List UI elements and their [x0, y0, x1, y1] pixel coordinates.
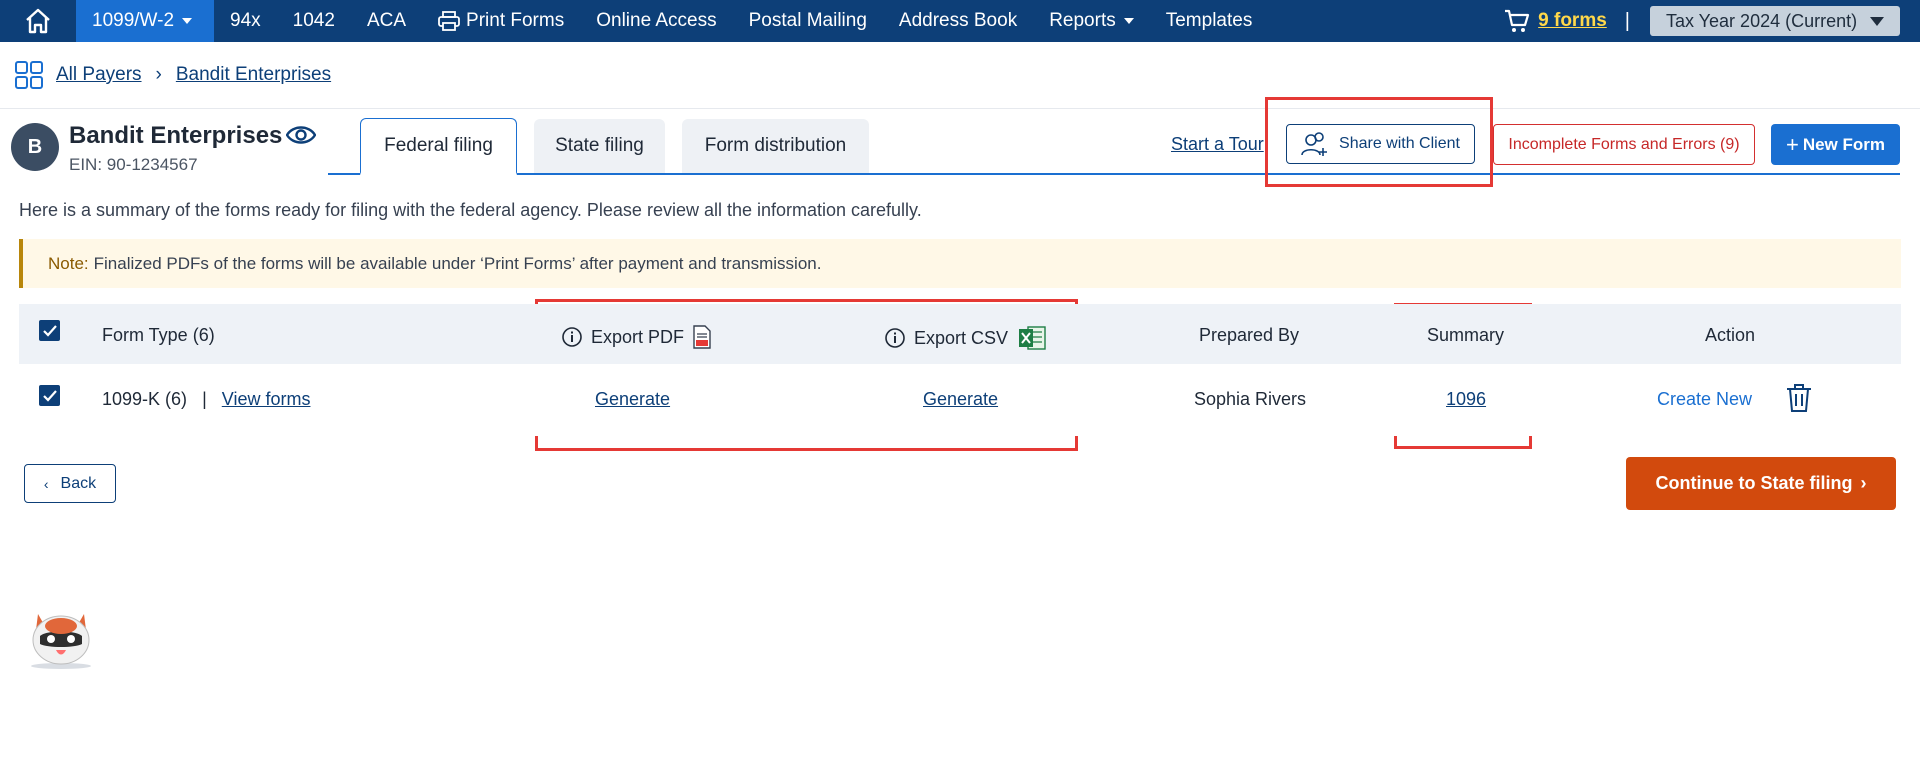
caret-down-icon [182, 18, 193, 24]
mascot-assistant-icon[interactable] [26, 604, 96, 675]
new-form-button[interactable]: + New Form [1771, 124, 1900, 165]
avatar: B [11, 123, 59, 171]
nav-label: Reports [1049, 10, 1116, 31]
nav-postal-mailing[interactable]: Postal Mailing [733, 0, 883, 42]
nav-label: 1099/W-2 [92, 10, 175, 31]
form-type-cell: 1099-K (6) | View forms [102, 389, 310, 410]
back-label: Back [60, 474, 97, 492]
header-label: Export PDF [591, 326, 685, 347]
chevron-right-icon: › [1860, 473, 1867, 493]
pdf-file-icon [693, 325, 711, 349]
caret-down-icon [1870, 16, 1884, 26]
nav-label: Postal Mailing [748, 10, 867, 31]
nav-right: 9 forms | Tax Year 2024 (Current) [1504, 0, 1900, 42]
eye-icon[interactable] [285, 124, 317, 151]
nav-online-access[interactable]: Online Access [580, 0, 732, 42]
grid-icon [15, 61, 43, 89]
nav-aca[interactable]: ACA [351, 0, 422, 42]
chevron-left-icon: ‹ [43, 475, 49, 492]
summary-1096-link[interactable]: 1096 [1446, 389, 1486, 410]
tab-federal-filing[interactable]: Federal filing [360, 118, 517, 175]
cell-separator: | [202, 389, 207, 409]
printer-icon [438, 11, 460, 31]
cart-link[interactable]: 9 forms [1504, 9, 1607, 33]
header-summary: Summary [1427, 325, 1505, 345]
table-header: Form Type (6) Export PDF Export CSV Prep… [19, 304, 1901, 364]
cart-icon [1505, 9, 1530, 32]
user-add-icon [1301, 132, 1328, 156]
header-export-csv: Export CSV [884, 325, 1046, 351]
excel-icon [1019, 326, 1046, 350]
tab-underline [328, 173, 1900, 175]
form-type: 1099-K (6) [102, 389, 188, 409]
tab-form-distribution[interactable]: Form distribution [682, 119, 869, 173]
row-checkbox[interactable] [39, 385, 60, 406]
nav-1099-w2[interactable]: 1099/W-2 [76, 0, 215, 42]
chevron-right-icon: › [155, 64, 162, 85]
nav-templates[interactable]: Templates [1150, 0, 1269, 42]
header-export-pdf: Export PDF [561, 325, 712, 349]
new-form-label: New Form [1802, 134, 1886, 154]
select-all-checkbox[interactable] [39, 320, 60, 341]
generate-pdf-link[interactable]: Generate [595, 389, 670, 410]
nav-label: Print Forms [466, 10, 565, 31]
header-label: Export CSV [914, 327, 1009, 348]
tab-label: Form distribution [704, 135, 847, 156]
tab-state-filing[interactable]: State filing [534, 119, 665, 173]
continue-state-filing-button[interactable]: Continue to State filing › [1626, 457, 1896, 510]
prepared-by-cell: Sophia Rivers [1194, 389, 1307, 409]
info-icon [885, 328, 905, 348]
nav-94x[interactable]: 94x [214, 0, 277, 42]
nav-label: ACA [366, 10, 407, 31]
info-icon [562, 327, 582, 347]
header-prepared-by: Prepared By [1199, 325, 1300, 345]
nav-label: 1042 [292, 10, 335, 31]
header-action: Action [1705, 325, 1756, 345]
breadcrumb-current[interactable]: Bandit Enterprises [176, 64, 331, 86]
nav-label: Templates [1165, 10, 1253, 31]
nav-reports[interactable]: Reports [1033, 0, 1150, 42]
share-label: Share with Client [1339, 135, 1460, 152]
top-nav: 1099/W-2 94x 1042 ACA Print Forms Online… [0, 0, 1920, 42]
start-tour-link[interactable]: Start a Tour [1171, 134, 1264, 155]
tax-year-label: Tax Year 2024 (Current) [1666, 10, 1858, 31]
continue-label: Continue to State filing [1655, 473, 1853, 493]
nav-label: 94x [230, 10, 261, 31]
caret-down-icon [1123, 18, 1134, 24]
nav-1042[interactable]: 1042 [277, 0, 351, 42]
generate-csv-link[interactable]: Generate [923, 389, 998, 410]
check-icon [42, 389, 57, 402]
share-with-client-button[interactable]: Share with Client [1286, 124, 1475, 164]
home-icon [26, 8, 50, 34]
cart-count: 9 forms [1538, 10, 1607, 31]
create-new-link[interactable]: Create New [1657, 389, 1752, 410]
tax-year-select[interactable]: Tax Year 2024 (Current) [1650, 6, 1900, 36]
trash-icon[interactable] [1786, 383, 1812, 418]
divider [0, 108, 1920, 109]
nav-separator: | [1624, 9, 1630, 32]
note-label: Note: [48, 253, 89, 273]
tab-label: State filing [555, 135, 644, 156]
payer-ein: EIN: 90-1234567 [69, 155, 198, 174]
tab-label: Federal filing [384, 134, 493, 156]
nav-label: Address Book [898, 10, 1018, 31]
summary-text: Here is a summary of the forms ready for… [19, 200, 922, 220]
home-button[interactable] [0, 0, 76, 42]
incomplete-forms-button[interactable]: Incomplete Forms and Errors (9) [1493, 124, 1755, 165]
header-form-type: Form Type (6) [102, 325, 215, 345]
note-banner: Note: Finalized PDFs of the forms will b… [19, 239, 1901, 288]
note-text: Finalized PDFs of the forms will be avai… [93, 253, 822, 273]
view-forms-link[interactable]: View forms [222, 389, 311, 409]
plus-icon: + [1785, 131, 1799, 157]
check-icon [42, 324, 57, 337]
breadcrumb-all-payers[interactable]: All Payers [56, 64, 142, 86]
back-button[interactable]: ‹ Back [24, 464, 116, 503]
payer-name: Bandit Enterprises [69, 122, 283, 149]
nav-print-forms[interactable]: Print Forms [422, 0, 580, 42]
nav-address-book[interactable]: Address Book [883, 0, 1033, 42]
table-row: 1099-K (6) | View forms Generate Generat… [19, 364, 1901, 436]
nav-label: Online Access [596, 10, 717, 31]
breadcrumb: All Payers › Bandit Enterprises [14, 60, 331, 90]
